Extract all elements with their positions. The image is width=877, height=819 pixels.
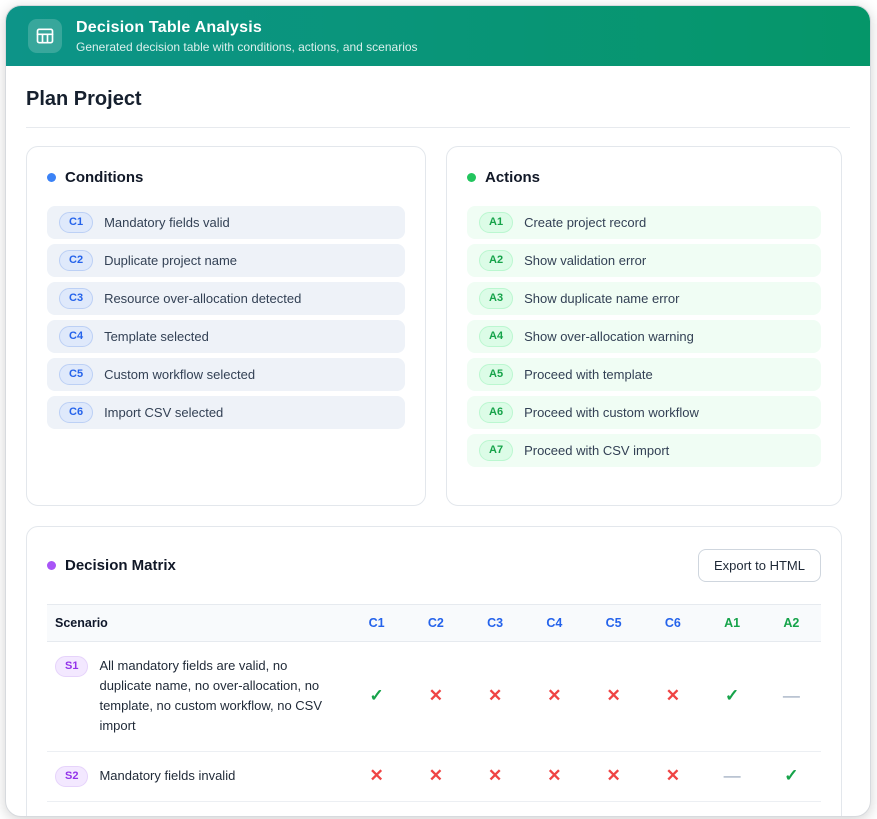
condition-item: C6 Import CSV selected (47, 396, 405, 429)
matrix-cell: ✓ (762, 751, 821, 801)
column-header-c5: C5 (584, 605, 643, 642)
matrix-cell: ✕ (643, 642, 702, 752)
action-item: A3 Show duplicate name error (467, 282, 821, 315)
app-header: Decision Table Analysis Generated decisi… (6, 6, 870, 66)
condition-badge: C4 (59, 326, 93, 347)
condition-badge: C2 (59, 250, 93, 271)
action-label: Show over-allocation warning (524, 329, 694, 344)
matrix-cell: ✕ (584, 751, 643, 801)
app-window: Decision Table Analysis Generated decisi… (5, 5, 871, 817)
column-header-c3: C3 (466, 605, 525, 642)
matrix-cell: ✕ (406, 642, 465, 752)
condition-label: Import CSV selected (104, 405, 223, 420)
action-label: Proceed with custom workflow (524, 405, 699, 420)
main-content: Plan Project Conditions C1 Mandatory fie… (6, 66, 870, 817)
matrix-cell: ✕ (406, 751, 465, 801)
action-label: Show duplicate name error (524, 291, 679, 306)
column-header-c1: C1 (347, 605, 406, 642)
action-badge: A2 (479, 250, 513, 271)
condition-badge: C5 (59, 364, 93, 385)
actions-panel: Actions A1 Create project record A2 Show… (446, 146, 842, 506)
column-header-c2: C2 (406, 605, 465, 642)
scenario-cell: S2 Mandatory fields invalid (47, 751, 347, 801)
action-item: A5 Proceed with template (467, 358, 821, 391)
action-badge: A6 (479, 402, 513, 423)
matrix-cell: ✕ (466, 751, 525, 801)
action-badge: A4 (479, 326, 513, 347)
action-badge: A7 (479, 440, 513, 461)
scenario-label: All mandatory fields are valid, no dupli… (99, 656, 331, 737)
conditions-title: Conditions (65, 169, 143, 186)
action-item: A2 Show validation error (467, 244, 821, 277)
matrix-cell: ✕ (347, 751, 406, 801)
scenario-cell: S1 All mandatory fields are valid, no du… (47, 642, 347, 752)
action-item: A6 Proceed with custom workflow (467, 396, 821, 429)
conditions-panel: Conditions C1 Mandatory fields valid C2 … (26, 146, 426, 506)
scenario-badge: S2 (55, 766, 88, 787)
actions-dot-icon (467, 173, 476, 182)
scenario-badge: S1 (55, 656, 88, 677)
condition-label: Duplicate project name (104, 253, 237, 268)
page-title: Plan Project (26, 88, 850, 111)
conditions-dot-icon (47, 173, 56, 182)
matrix-cell: ✓ (347, 642, 406, 752)
condition-item: C5 Custom workflow selected (47, 358, 405, 391)
condition-item: C2 Duplicate project name (47, 244, 405, 277)
condition-label: Resource over-allocation detected (104, 291, 301, 306)
column-header-a2: A2 (762, 605, 821, 642)
column-header-c6: C6 (643, 605, 702, 642)
condition-item: C4 Template selected (47, 320, 405, 353)
column-header-scenario: Scenario (47, 605, 347, 642)
decision-matrix-table: Scenario C1 C2 C3 C4 C5 C6 A1 A2 (47, 604, 821, 802)
divider (26, 127, 850, 128)
column-header-a1: A1 (703, 605, 762, 642)
condition-label: Template selected (104, 329, 209, 344)
condition-badge: C1 (59, 212, 93, 233)
matrix-cell: ✕ (584, 642, 643, 752)
decision-matrix-panel: Decision Matrix Export to HTML Scenario … (26, 526, 842, 817)
action-label: Create project record (524, 215, 646, 230)
actions-panel-header: Actions (467, 169, 821, 186)
cards-row: Conditions C1 Mandatory fields valid C2 … (26, 146, 850, 506)
condition-label: Custom workflow selected (104, 367, 255, 382)
export-html-button[interactable]: Export to HTML (698, 549, 821, 582)
matrix-cell: ✓ (703, 642, 762, 752)
condition-label: Mandatory fields valid (104, 215, 230, 230)
condition-item: C1 Mandatory fields valid (47, 206, 405, 239)
condition-item: C3 Resource over-allocation detected (47, 282, 405, 315)
conditions-panel-header: Conditions (47, 169, 405, 186)
matrix-cell: ✕ (525, 751, 584, 801)
condition-badge: C6 (59, 402, 93, 423)
action-label: Show validation error (524, 253, 646, 268)
action-item: A4 Show over-allocation warning (467, 320, 821, 353)
matrix-cell: ✕ (525, 642, 584, 752)
action-item: A7 Proceed with CSV import (467, 434, 821, 467)
matrix-row-s2: S2 Mandatory fields invalid ✕ ✕ ✕ ✕ ✕ ✕ … (47, 751, 821, 801)
matrix-title: Decision Matrix (65, 557, 176, 574)
matrix-cell: — (703, 751, 762, 801)
matrix-cell: ✕ (643, 751, 702, 801)
action-label: Proceed with template (524, 367, 653, 382)
action-badge: A5 (479, 364, 513, 385)
matrix-cell: — (762, 642, 821, 752)
action-item: A1 Create project record (467, 206, 821, 239)
action-badge: A3 (479, 288, 513, 309)
condition-badge: C3 (59, 288, 93, 309)
table-icon (28, 19, 62, 53)
action-label: Proceed with CSV import (524, 443, 669, 458)
header-subtitle: Generated decision table with conditions… (76, 40, 418, 54)
header-title: Decision Table Analysis (76, 19, 418, 37)
scenario-label: Mandatory fields invalid (99, 766, 235, 786)
matrix-dot-icon (47, 561, 56, 570)
header-text: Decision Table Analysis Generated decisi… (76, 19, 418, 54)
actions-title: Actions (485, 169, 540, 186)
action-badge: A1 (479, 212, 513, 233)
decision-matrix-header: Decision Matrix Export to HTML (47, 549, 821, 582)
matrix-row-s1: S1 All mandatory fields are valid, no du… (47, 642, 821, 752)
matrix-cell: ✕ (466, 642, 525, 752)
matrix-header-row: Scenario C1 C2 C3 C4 C5 C6 A1 A2 (47, 605, 821, 642)
column-header-c4: C4 (525, 605, 584, 642)
